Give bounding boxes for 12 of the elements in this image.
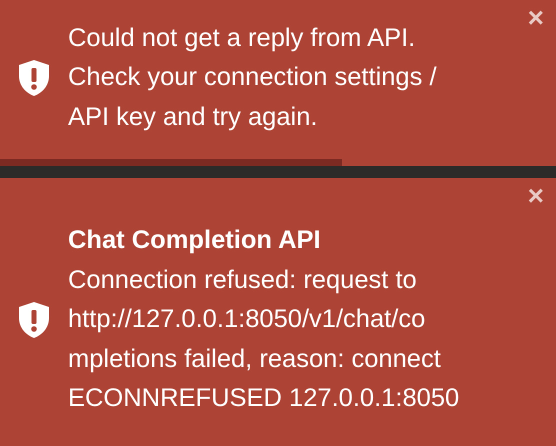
- toast-message: mpletions failed, reason: connect: [68, 344, 442, 375]
- toast-title: Chat Completion API: [68, 225, 322, 256]
- warning-shield-icon: [17, 59, 51, 97]
- close-button[interactable]: ×: [524, 182, 548, 210]
- toast-message: http://127.0.0.1:8050/v1/chat/co: [68, 304, 426, 336]
- toast-message: Connection refused: request to: [68, 264, 418, 296]
- toast-message: Could not get a reply from API.: [68, 22, 416, 54]
- toast-message: Check your connection settings /: [68, 62, 437, 94]
- toast-message: API key and try again.: [68, 102, 318, 133]
- toast-message: ECONNREFUSED 127.0.0.1:8050: [68, 383, 460, 414]
- warning-shield-icon: [17, 301, 51, 339]
- close-button[interactable]: ×: [524, 4, 548, 32]
